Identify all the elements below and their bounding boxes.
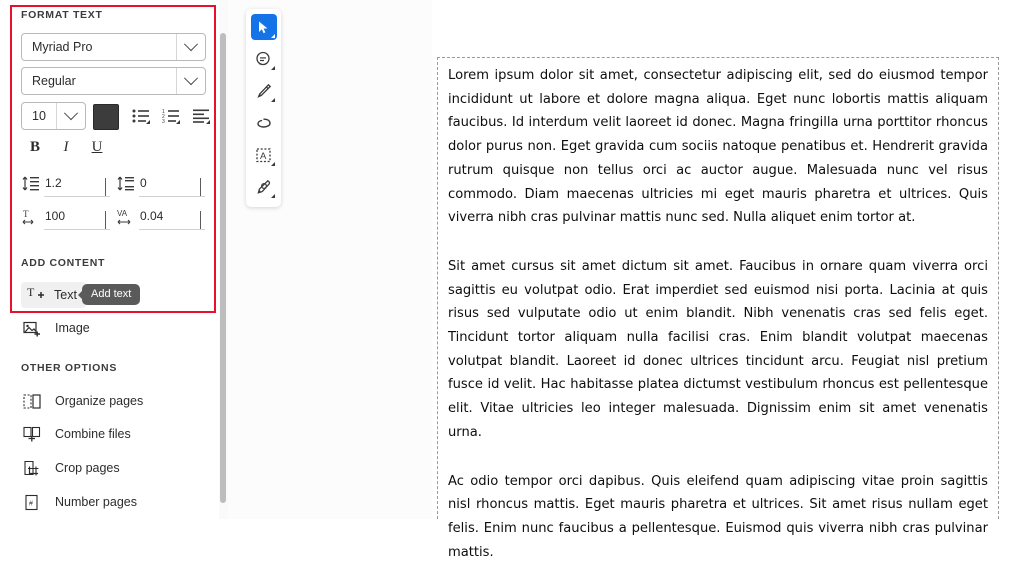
- bullet-list-icon[interactable]: [128, 103, 154, 129]
- letter-spacing-field[interactable]: VA 0.04: [117, 205, 205, 231]
- tool-options-corner-icon: [270, 98, 275, 102]
- svg-text:A: A: [260, 151, 267, 162]
- annotation-toolbar: A: [246, 9, 281, 207]
- document-paragraph: Sit amet cursus sit amet dictum sit amet…: [448, 258, 988, 440]
- add-text-button[interactable]: T Text: [21, 282, 86, 308]
- draw-tool[interactable]: [251, 78, 277, 104]
- combine-files-icon: [21, 426, 43, 443]
- field-underline: [139, 196, 205, 197]
- paragraph-spacing-value: 0: [140, 176, 147, 190]
- horizontal-scale-value: 100: [45, 209, 66, 223]
- document-page: Lorem ipsum dolor sit amet, consectetur …: [432, 0, 1024, 560]
- horizontal-scale-icon: T: [22, 208, 40, 225]
- crop-pages-icon: [21, 460, 43, 477]
- tool-options-corner-icon: [270, 66, 275, 70]
- svg-text:VA: VA: [117, 209, 128, 218]
- tool-options-corner-icon: [270, 162, 275, 166]
- add-image-button[interactable]: Image: [21, 315, 90, 341]
- add-content-section-label: ADD CONTENT: [21, 257, 106, 269]
- chevron-down-icon[interactable]: [105, 211, 106, 229]
- letter-spacing-value: 0.04: [140, 209, 164, 223]
- letter-spacing-icon: VA: [117, 208, 135, 225]
- add-text-tooltip: Add text: [77, 284, 141, 305]
- sidebar-item-crop-pages[interactable]: Crop pages: [21, 455, 120, 481]
- svg-text:3: 3: [162, 119, 165, 124]
- lasso-tool[interactable]: [251, 110, 277, 136]
- highlight-tool[interactable]: [251, 174, 277, 200]
- svg-text:T: T: [27, 285, 35, 299]
- document-paragraph: Lorem ipsum dolor sit amet, consectetur …: [448, 68, 988, 226]
- underline-button[interactable]: U: [86, 139, 108, 156]
- horizontal-scale-field[interactable]: T 100: [22, 205, 110, 231]
- organize-pages-icon: [21, 393, 43, 410]
- chevron-down-icon[interactable]: [200, 178, 201, 196]
- sidebar-item-combine-files[interactable]: Combine files: [21, 421, 131, 447]
- font-size-dropdown-button[interactable]: [56, 103, 85, 129]
- add-image-icon: [21, 320, 43, 337]
- left-sidebar: FORMAT TEXT Myriad Pro Regular 10 1 2 3 …: [0, 0, 219, 519]
- font-style-dropdown-button[interactable]: [176, 68, 205, 94]
- document-paragraph: Ac odio tempor orci dapibus. Quis eleife…: [448, 473, 988, 560]
- sidebar-item-number-pages[interactable]: # Number pages: [21, 489, 137, 515]
- field-underline: [44, 229, 110, 230]
- line-spacing-value: 1.2: [45, 176, 62, 190]
- chevron-down-icon: [183, 37, 199, 52]
- line-spacing-field[interactable]: 1.2: [22, 172, 110, 198]
- tool-options-corner-icon: [270, 194, 275, 198]
- numbered-list-icon[interactable]: 1 2 3: [158, 103, 184, 129]
- font-family-select[interactable]: Myriad Pro: [21, 33, 206, 61]
- sidebar-item-organize-pages[interactable]: Organize pages: [21, 388, 143, 414]
- sidebar-scrollbar[interactable]: [219, 0, 228, 519]
- paragraph-spacing-icon: [117, 175, 135, 192]
- add-text-label: Text: [54, 288, 77, 302]
- text-select-tool[interactable]: A: [251, 142, 277, 168]
- svg-text:T: T: [23, 209, 29, 219]
- bold-button[interactable]: B: [24, 139, 46, 156]
- font-size-value: 10: [32, 109, 46, 123]
- tool-options-corner-icon: [270, 34, 275, 38]
- chevron-down-icon[interactable]: [200, 211, 201, 229]
- combine-files-label: Combine files: [55, 427, 131, 441]
- sidebar-scrollbar-thumb[interactable]: [220, 33, 226, 503]
- paragraph-spacing-field[interactable]: 0: [117, 172, 205, 198]
- field-underline: [139, 229, 205, 230]
- field-underline: [44, 196, 110, 197]
- text-color-swatch[interactable]: [93, 104, 119, 130]
- font-style-value: Regular: [32, 74, 76, 88]
- add-image-label: Image: [55, 321, 90, 335]
- number-pages-label: Number pages: [55, 495, 137, 509]
- chevron-down-icon[interactable]: [105, 178, 106, 196]
- organize-pages-label: Organize pages: [55, 394, 144, 408]
- select-tool[interactable]: [250, 14, 277, 40]
- font-family-value: Myriad Pro: [32, 40, 93, 54]
- italic-button[interactable]: I: [55, 139, 77, 156]
- chevron-down-icon: [63, 106, 79, 121]
- crop-pages-label: Crop pages: [55, 461, 120, 475]
- number-pages-icon: #: [21, 494, 43, 511]
- text-field-selection[interactable]: Lorem ipsum dolor sit amet, consectetur …: [437, 57, 999, 560]
- font-style-select[interactable]: Regular: [21, 67, 206, 95]
- svg-text:#: #: [29, 500, 33, 507]
- chevron-down-icon: [183, 71, 199, 86]
- other-options-section-label: OTHER OPTIONS: [21, 362, 118, 374]
- font-family-dropdown-button[interactable]: [176, 34, 205, 60]
- line-spacing-icon: [22, 175, 40, 192]
- format-text-section-label: FORMAT TEXT: [21, 9, 103, 21]
- add-text-icon: T: [27, 284, 45, 306]
- comment-tool[interactable]: [251, 46, 277, 72]
- text-align-icon[interactable]: [188, 103, 214, 129]
- font-size-select[interactable]: 10: [21, 102, 86, 130]
